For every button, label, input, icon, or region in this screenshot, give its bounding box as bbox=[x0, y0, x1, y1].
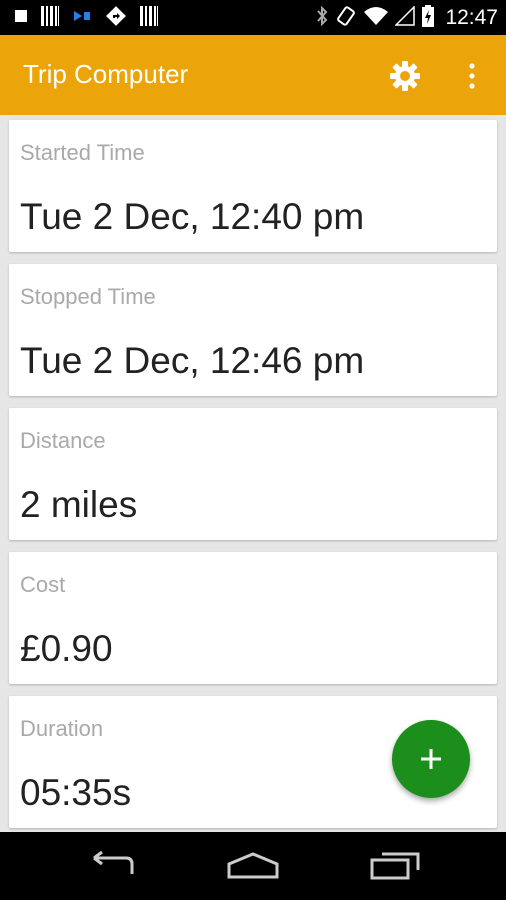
clock: 12:47 bbox=[445, 6, 498, 29]
status-bar: 12:47 bbox=[0, 0, 506, 35]
add-fab-button[interactable] bbox=[392, 720, 470, 798]
bluetooth-icon bbox=[315, 5, 329, 32]
recents-icon[interactable] bbox=[370, 850, 420, 885]
navigation-bar bbox=[0, 832, 506, 900]
card-value: £0.90 bbox=[20, 628, 113, 669]
notification-icons bbox=[14, 5, 158, 32]
rotate-icon bbox=[335, 5, 357, 32]
card-label: Stopped Time bbox=[20, 284, 156, 309]
settings-gear-icon[interactable] bbox=[388, 59, 422, 93]
directions-icon bbox=[105, 5, 127, 32]
add-icon bbox=[421, 749, 441, 769]
signal-icon bbox=[394, 4, 416, 31]
card-value: Tue 2 Dec, 12:46 pm bbox=[20, 340, 365, 381]
stop-icon bbox=[14, 9, 28, 28]
card-stopped-time: Stopped Time Tue 2 Dec, 12:46 pm bbox=[9, 264, 497, 396]
card-value: 05:35s bbox=[20, 772, 132, 813]
system-icons: 12:47 bbox=[315, 4, 498, 32]
card-cost: Cost £0.90 bbox=[9, 552, 497, 684]
cast-icon bbox=[72, 8, 92, 29]
card-distance: Distance 2 miles bbox=[9, 408, 497, 540]
app-title: Trip Computer bbox=[23, 59, 189, 89]
barcode-icon bbox=[140, 5, 158, 31]
wifi-icon bbox=[363, 6, 389, 31]
card-value: 2 miles bbox=[20, 484, 138, 525]
more-vert-icon[interactable] bbox=[462, 60, 482, 92]
app-bar: Trip Computer bbox=[0, 35, 506, 115]
card-label: Cost bbox=[20, 572, 66, 597]
battery-charging-icon bbox=[421, 4, 435, 32]
card-label: Duration bbox=[20, 716, 104, 741]
home-icon[interactable] bbox=[226, 850, 280, 885]
card-label: Distance bbox=[20, 428, 106, 453]
card-started-time: Started Time Tue 2 Dec, 12:40 pm bbox=[9, 120, 497, 252]
card-value: Tue 2 Dec, 12:40 pm bbox=[20, 196, 365, 237]
back-icon[interactable] bbox=[88, 850, 136, 885]
card-label: Started Time bbox=[20, 140, 145, 165]
barcode-icon bbox=[41, 5, 59, 31]
